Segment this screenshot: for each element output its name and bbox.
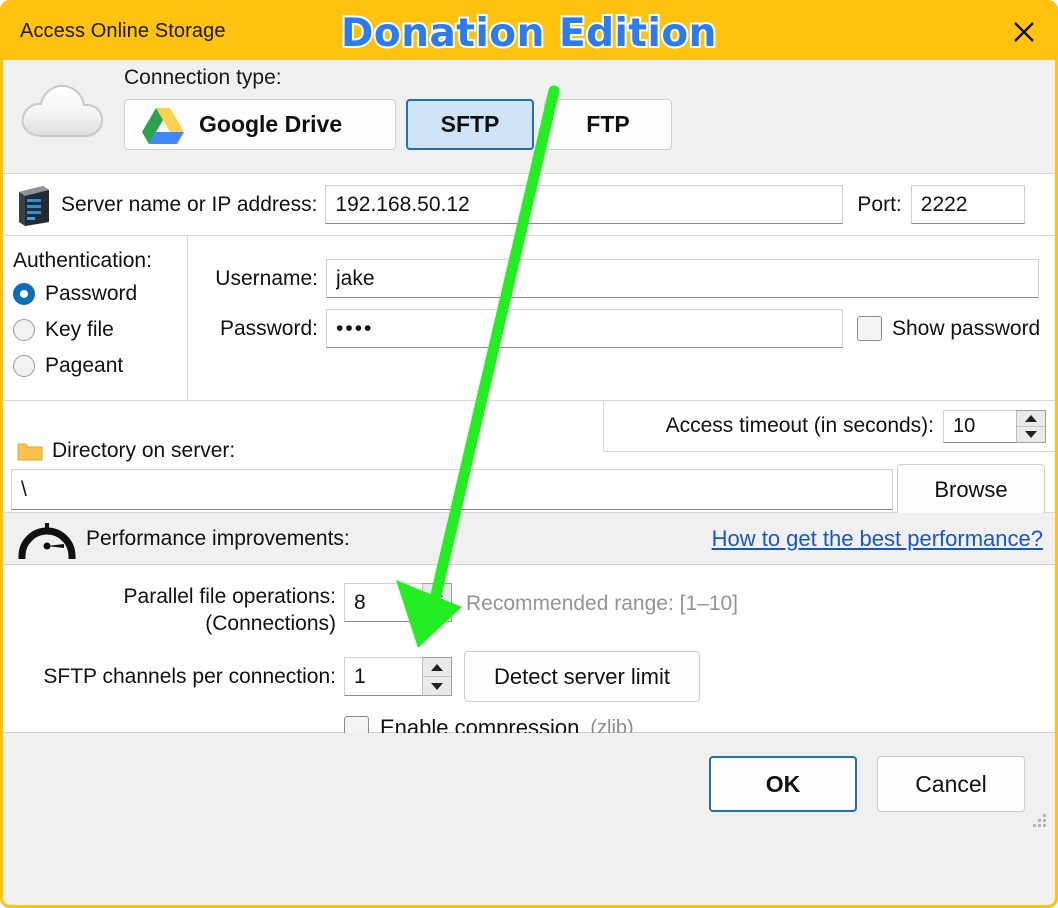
detect-server-limit-button[interactable]: Detect server limit (464, 651, 700, 702)
arrow-up-icon (431, 663, 443, 671)
password-row: Password: Show password (188, 309, 1055, 348)
authentication-title: Authentication: (13, 249, 152, 272)
cancel-button[interactable]: Cancel (877, 756, 1025, 812)
auth-option-pageant-label: Pageant (45, 354, 124, 377)
arrow-up-icon (1025, 414, 1037, 422)
connection-option-ftp[interactable]: FTP (544, 99, 672, 150)
server-address-input[interactable] (325, 185, 844, 224)
performance-header: Performance improvements: How to get the… (3, 513, 1055, 565)
arrow-down-icon (1025, 430, 1037, 438)
connection-option-google-drive-label: Google Drive (199, 111, 343, 137)
directory-label-row: Directory on server: (17, 439, 235, 463)
server-address-label: Server name or IP address: (61, 192, 318, 216)
password-label: Password: (219, 316, 318, 340)
parallel-operations-label-line2: (Connections) (205, 612, 336, 635)
donation-edition-badge: Donation Edition (339, 9, 718, 58)
directory-input[interactable] (11, 469, 893, 510)
access-timeout-stepper[interactable] (943, 409, 1046, 443)
access-timeout-spin-buttons[interactable] (1016, 409, 1046, 443)
resize-grip-icon[interactable] (1032, 812, 1048, 828)
parallel-operations-label-line1: Parallel file operations: (123, 585, 336, 608)
auth-option-pageant[interactable]: Pageant (13, 348, 187, 384)
parallel-operations-spin-buttons[interactable] (422, 583, 452, 622)
parallel-operations-hint: Recommended range: [1–10] (466, 592, 739, 615)
close-button[interactable] (993, 3, 1055, 60)
folder-icon (17, 443, 43, 460)
connection-type-section: Connection type: Google Drive SFTP FTP (3, 60, 1055, 174)
auth-option-key-file-label: Key file (45, 318, 114, 341)
parallel-operations-stepper[interactable] (344, 583, 452, 622)
arrow-down-icon (431, 608, 443, 616)
radio-icon-password (13, 283, 35, 305)
close-icon (1014, 21, 1034, 42)
best-performance-link[interactable]: How to get the best performance? (712, 526, 1043, 552)
access-timeout-input[interactable] (943, 409, 1016, 443)
connection-option-sftp-label: SFTP (440, 111, 500, 137)
sftp-channels-input[interactable] (344, 657, 422, 696)
browse-button[interactable]: Browse (897, 464, 1045, 515)
google-drive-icon (142, 107, 184, 144)
show-password-toggle[interactable]: Show password (857, 316, 1040, 341)
access-timeout-decrement[interactable] (1017, 426, 1045, 442)
show-password-label: Show password (892, 316, 1041, 340)
access-timeout-increment[interactable] (1017, 410, 1045, 427)
title-bar: Access Online Storage Donation Edition (3, 3, 1055, 60)
connection-option-sftp[interactable]: SFTP (406, 99, 534, 150)
checkbox-icon-show-password (857, 316, 882, 341)
parallel-operations-label: Parallel file operations: (Connections) (3, 583, 336, 637)
dialog-footer: OK Cancel (3, 733, 1055, 835)
arrow-down-icon (431, 682, 443, 690)
connection-option-google-drive[interactable]: Google Drive (124, 99, 396, 150)
authentication-section: Authentication: Password Key file Pagean… (3, 236, 1055, 401)
access-timeout-label: Access timeout (in seconds): (665, 414, 934, 437)
server-rack-icon (19, 185, 49, 226)
directory-section: Access timeout (in seconds): Directory o… (3, 401, 1055, 515)
parallel-operations-increment[interactable] (423, 584, 451, 603)
access-timeout-row: Access timeout (in seconds): (603, 401, 1055, 452)
cloud-icon (21, 85, 104, 137)
sftp-channels-label: SFTP channels per connection: (43, 664, 336, 688)
parallel-operations-row: Parallel file operations: (Connections) … (3, 583, 738, 637)
radio-icon-pageant (13, 355, 35, 377)
auth-option-key-file[interactable]: Key file (13, 312, 187, 348)
username-input[interactable] (326, 259, 1039, 298)
sftp-channels-decrement[interactable] (423, 677, 451, 695)
radio-icon-key-file (13, 319, 35, 341)
connection-option-ftp-label: FTP (586, 111, 630, 137)
performance-body: Parallel file operations: (Connections) … (3, 565, 1055, 741)
authentication-options: Authentication: Password Key file Pagean… (3, 236, 188, 400)
directory-label: Directory on server: (52, 439, 236, 462)
performance-title: Performance improvements: (86, 526, 350, 550)
sftp-channels-spin-buttons[interactable] (422, 657, 452, 696)
access-online-storage-dialog: Access Online Storage Donation Edition C… (0, 0, 1058, 908)
parallel-operations-input[interactable] (344, 583, 422, 622)
sftp-channels-row: SFTP channels per connection: Detect ser… (3, 651, 700, 702)
credentials-fields: Username: Password: Show password (188, 236, 1055, 400)
connection-type-options: Google Drive SFTP FTP (124, 99, 672, 150)
ok-button[interactable]: OK (709, 756, 857, 812)
speedometer-icon (18, 522, 76, 559)
server-address-row: Server name or IP address: Port: (3, 174, 1055, 236)
auth-option-password-label: Password (45, 282, 138, 305)
arrow-up-icon (431, 589, 443, 597)
auth-option-password[interactable]: Password (13, 276, 187, 312)
password-input[interactable] (326, 309, 843, 348)
username-row: Username: (188, 259, 1055, 298)
connection-type-label: Connection type: (124, 66, 282, 89)
parallel-operations-decrement[interactable] (423, 603, 451, 621)
port-input[interactable] (910, 185, 1025, 224)
username-label: Username: (215, 266, 318, 290)
sftp-channels-stepper[interactable] (344, 657, 452, 696)
port-label: Port: (857, 192, 902, 216)
sftp-channels-increment[interactable] (423, 658, 451, 677)
